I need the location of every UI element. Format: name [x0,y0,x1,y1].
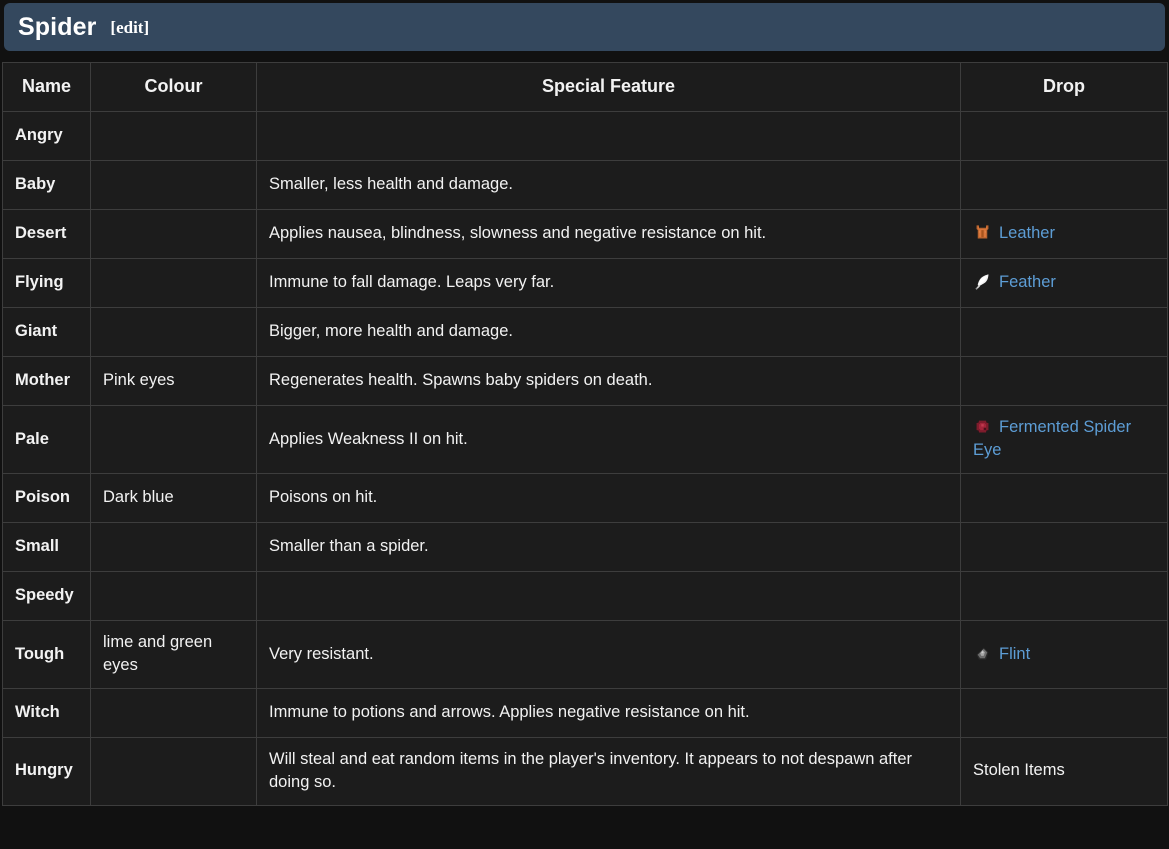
cell-variant-colour [90,160,257,210]
cell-drop [960,307,1168,357]
spider-variants-table: Name Colour Special Feature Drop Angry Ba… [2,62,1168,806]
table-row: Baby Smaller, less health and damage. [2,160,1168,210]
cell-variant-colour [90,258,257,308]
cell-special-feature: Applies Weakness II on hit. [256,405,961,474]
table-row: Desert Applies nausea, blindness, slownes… [2,209,1168,259]
table-row: Hungry Will steal and eat random items in… [2,736,1168,806]
table-row: Flying Immune to fall damage. Leaps very … [2,258,1168,308]
cell-variant-colour [90,209,257,259]
flint-icon [973,644,992,663]
table-header: Name Colour Special Feature Drop [2,62,1168,112]
drop-item-link[interactable]: Feather [999,273,1056,291]
cell-variant-colour [90,307,257,357]
drop-item-link[interactable]: Fermented Spider Eye [973,418,1131,459]
cell-special-feature: Applies nausea, blindness, slowness and … [256,209,961,259]
cell-special-feature: Bigger, more health and damage. [256,307,961,357]
table-row: Mother Pink eyes Regenerates health. Spawn… [2,356,1168,406]
cell-special-feature: Smaller, less health and damage. [256,160,961,210]
table-row: Poison Dark blue Poisons on hit. [2,472,1168,523]
cell-variant-name: Pale [2,405,91,474]
cell-variant-name: Giant [2,307,91,357]
cell-variant-name: Flying [2,258,91,308]
cell-variant-colour [90,521,257,572]
drop-item-link[interactable]: Flint [999,645,1030,663]
cell-drop [960,570,1168,621]
cell-special-feature: Very resistant. [256,619,961,689]
column-header-name: Name [2,62,91,112]
cell-variant-name: Desert [2,209,91,259]
spider-variants-table-container: Name Colour Special Feature Drop Angry Ba… [0,62,1169,806]
cell-special-feature: Smaller than a spider. [256,521,961,572]
drop-entry: Fermented Spider Eye [973,418,1131,459]
cell-variant-colour [90,405,257,474]
cell-drop [960,687,1168,738]
cell-drop [960,472,1168,523]
cell-special-feature: Immune to potions and arrows. Applies ne… [256,687,961,738]
cell-variant-name: Tough [2,619,91,689]
cell-special-feature: Will steal and eat random items in the p… [256,736,961,806]
cell-variant-colour: lime and green eyes [90,619,257,689]
table-header-row: Name Colour Special Feature Drop [2,62,1168,112]
table-row: Witch Immune to potions and arrows. Appli… [2,687,1168,738]
leather-icon [973,223,992,242]
cell-drop [960,521,1168,572]
table-row: Angry [2,111,1168,161]
cell-variant-colour: Pink eyes [90,356,257,406]
drop-entry: Flint [973,645,1030,663]
edit-link[interactable]: [edit] [110,19,149,36]
cell-variant-name: Angry [2,111,91,161]
drop-item-label: Stolen Items [973,761,1065,780]
cell-drop: Feather [960,258,1168,308]
cell-variant-name: Witch [2,687,91,738]
cell-drop: Stolen Items [960,736,1168,806]
cell-variant-colour [90,687,257,738]
cell-variant-colour [90,111,257,161]
cell-variant-colour [90,570,257,621]
cell-special-feature [256,111,961,161]
cell-drop [960,160,1168,210]
drop-entry: Feather [973,273,1056,291]
cell-variant-name: Poison [2,472,91,523]
table-body: Angry Baby Smaller, less health and damage… [2,111,1168,806]
table-row: Tough lime and green eyes Very resistant. F… [2,619,1168,689]
drop-entry: Stolen Items [973,761,1065,779]
page-header: Spider [edit] [4,3,1165,51]
drop-item-link[interactable]: Leather [999,224,1055,242]
cell-drop [960,111,1168,161]
fermented-spider-eye-icon [973,417,992,436]
cell-drop: Leather [960,209,1168,259]
cell-variant-colour: Dark blue [90,472,257,523]
column-header-drop: Drop [960,62,1168,112]
cell-special-feature: Immune to fall damage. Leaps very far. [256,258,961,308]
feather-icon [973,272,992,291]
cell-variant-colour [90,736,257,806]
cell-special-feature: Regenerates health. Spawns baby spiders … [256,356,961,406]
cell-variant-name: Baby [2,160,91,210]
cell-variant-name: Mother [2,356,91,406]
column-header-colour: Colour [90,62,257,112]
table-row: Small Smaller than a spider. [2,521,1168,572]
table-row: Pale Applies Weakness II on hit. Fermented… [2,405,1168,474]
cell-variant-name: Hungry [2,736,91,806]
cell-variant-name: Speedy [2,570,91,621]
cell-drop: Flint [960,619,1168,689]
column-header-feature: Special Feature [256,62,961,112]
page-title: Spider [18,12,97,41]
cell-drop: Fermented Spider Eye [960,405,1168,474]
cell-variant-name: Small [2,521,91,572]
table-row: Speedy [2,570,1168,621]
cell-special-feature [256,570,961,621]
table-row: Giant Bigger, more health and damage. [2,307,1168,357]
drop-entry: Leather [973,224,1055,242]
cell-special-feature: Poisons on hit. [256,472,961,523]
cell-drop [960,356,1168,406]
